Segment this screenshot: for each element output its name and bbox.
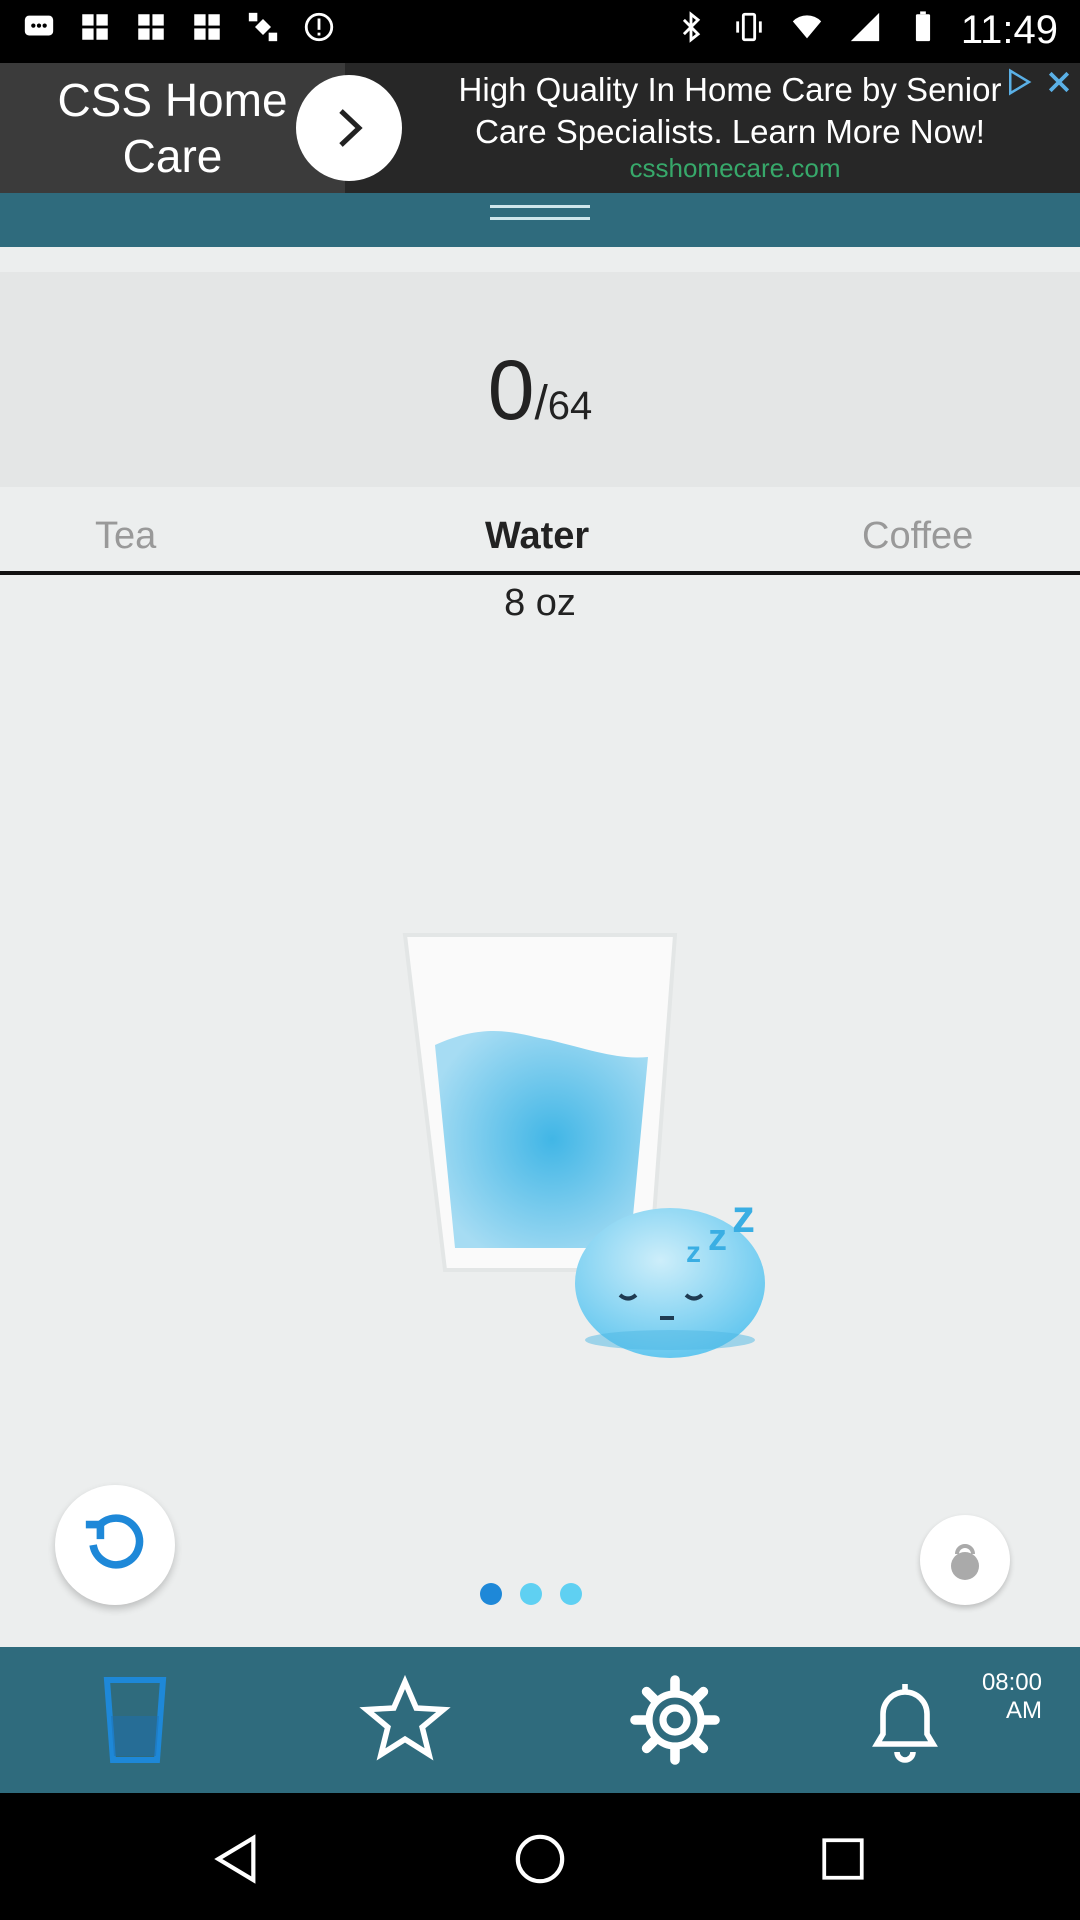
glass-icon bbox=[103, 1677, 167, 1763]
svg-text:z: z bbox=[686, 1236, 701, 1269]
reminder-time[interactable]: 08:00 AM bbox=[982, 1669, 1042, 1725]
notification-icons bbox=[22, 10, 336, 44]
back-icon bbox=[214, 1834, 256, 1884]
system-icons bbox=[674, 10, 940, 44]
ad-brand-label: CSS Home Care bbox=[57, 74, 288, 182]
close-icon[interactable] bbox=[1042, 67, 1076, 97]
ad-banner[interactable]: CSS Home Care High Quality In Home Care … bbox=[0, 63, 1080, 193]
recents-button[interactable] bbox=[803, 1819, 883, 1899]
reminder-time-value: 08:00 bbox=[981, 1669, 1042, 1696]
reminder-time-period: AM bbox=[1006, 1697, 1042, 1724]
grid-icon bbox=[82, 14, 108, 40]
grid-icon bbox=[194, 14, 220, 40]
top-bar bbox=[0, 193, 1080, 247]
intake-separator: / bbox=[534, 377, 548, 430]
refresh-icon bbox=[85, 1514, 144, 1569]
svg-text:z: z bbox=[732, 1190, 755, 1242]
nav-favorites-button[interactable] bbox=[270, 1647, 540, 1793]
intake-counter: 0/64 bbox=[0, 272, 1080, 487]
ad-headline[interactable]: High Quality In Home Care by Senior Care… bbox=[420, 69, 1040, 153]
bottom-nav: 08:00 AM bbox=[0, 1647, 1080, 1793]
system-nav-bar bbox=[0, 1793, 1080, 1920]
alert-icon bbox=[304, 12, 334, 42]
signal-icon bbox=[850, 12, 880, 42]
grid-icon bbox=[138, 14, 164, 40]
intake-progress: 0/64 bbox=[0, 342, 1080, 439]
ad-url[interactable]: csshomecare.com bbox=[420, 153, 1050, 184]
nav-settings-button[interactable] bbox=[540, 1647, 810, 1793]
intake-current: 0 bbox=[487, 343, 535, 437]
ad-brand[interactable]: CSS Home Care bbox=[0, 63, 345, 193]
adchoices-icon[interactable] bbox=[1002, 67, 1036, 97]
ad-arrow-button[interactable] bbox=[296, 75, 402, 181]
home-icon bbox=[515, 1834, 565, 1884]
home-button[interactable] bbox=[500, 1819, 580, 1899]
satellite-icon bbox=[248, 12, 278, 42]
gear-icon bbox=[630, 1675, 720, 1765]
status-time: 11:49 bbox=[960, 8, 1058, 52]
nav-drink-button[interactable] bbox=[0, 1647, 270, 1793]
svg-text:z: z bbox=[708, 1217, 727, 1259]
page-dot bbox=[480, 1583, 502, 1605]
reset-button[interactable] bbox=[55, 1485, 175, 1605]
page-dot bbox=[520, 1583, 542, 1605]
chevron-right-icon bbox=[339, 109, 363, 147]
star-icon bbox=[359, 1674, 451, 1761]
drawer-handle[interactable] bbox=[490, 205, 590, 229]
vibrate-icon bbox=[736, 12, 762, 42]
bell-icon bbox=[872, 1684, 938, 1763]
message-icon bbox=[24, 15, 54, 36]
weight-button[interactable] bbox=[920, 1515, 1010, 1605]
tab-water[interactable]: Water bbox=[485, 515, 589, 558]
drink-tabs: Tea Water Coffee bbox=[0, 487, 1080, 575]
status-bar: 11:49 bbox=[0, 0, 1080, 63]
wifi-icon bbox=[792, 15, 822, 39]
page-indicator bbox=[480, 1583, 582, 1605]
kettlebell-icon bbox=[951, 1544, 979, 1580]
intake-goal: 64 bbox=[547, 384, 593, 428]
tab-coffee[interactable]: Coffee bbox=[862, 515, 973, 558]
serving-amount: 8 oz bbox=[504, 582, 576, 624]
bluetooth-icon bbox=[682, 11, 701, 43]
water-glass-illustration[interactable]: z z z bbox=[380, 910, 800, 1370]
back-button[interactable] bbox=[197, 1819, 277, 1899]
page-dot bbox=[560, 1583, 582, 1605]
tab-tea[interactable]: Tea bbox=[95, 515, 156, 558]
battery-icon bbox=[915, 11, 931, 42]
tab-divider bbox=[0, 571, 1080, 575]
recents-icon bbox=[822, 1838, 864, 1880]
